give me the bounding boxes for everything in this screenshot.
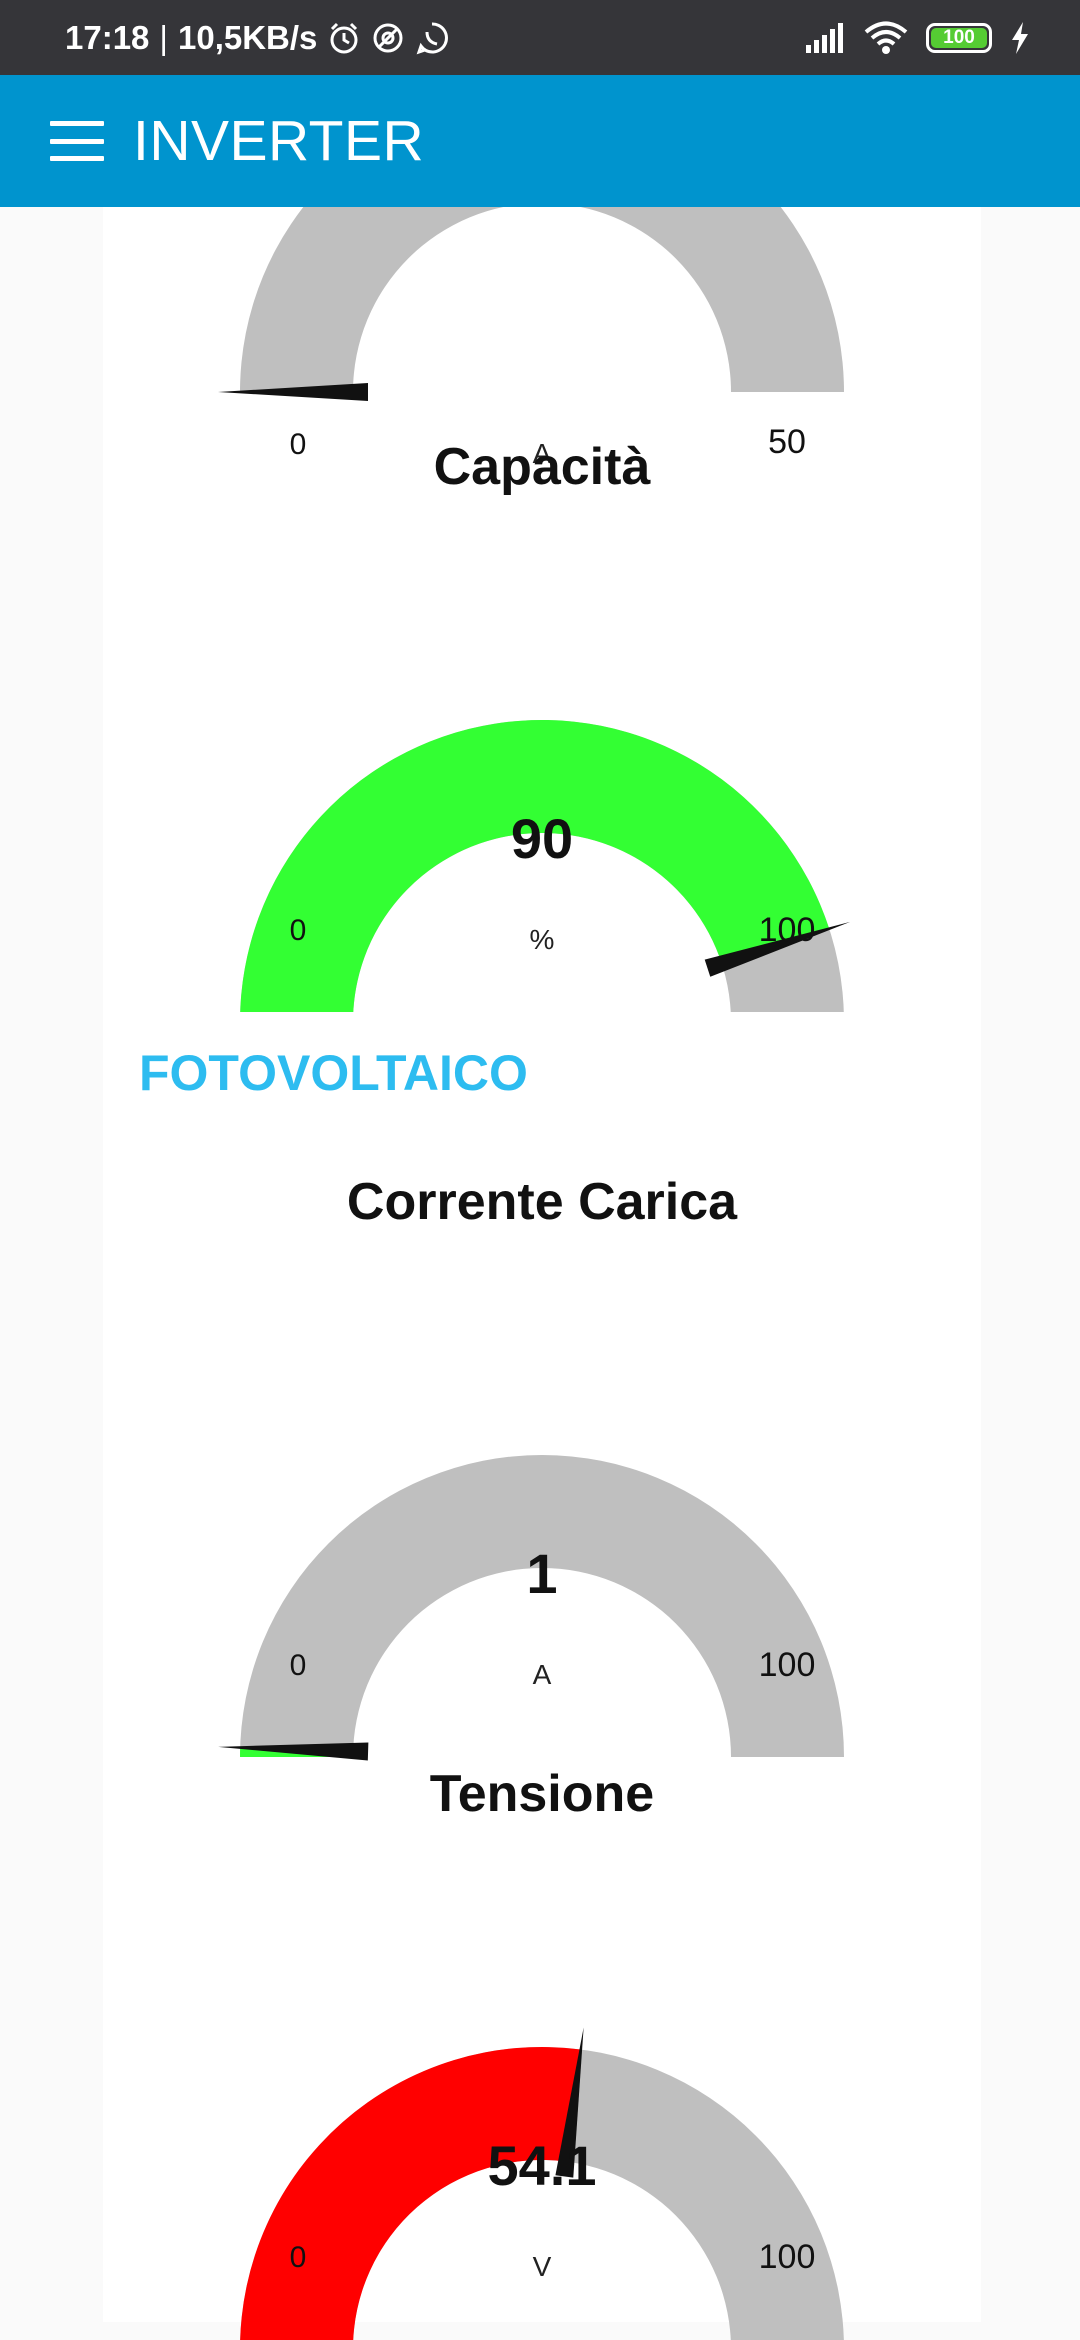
gauge-min-label: 0 (289, 2241, 307, 2274)
data-saver-icon (371, 21, 405, 55)
battery-level: 100 (943, 26, 975, 48)
status-bar: 17:18 | 10,5KB/s 100 (0, 0, 1080, 75)
gauge-max-label: 100 (758, 1646, 816, 1684)
gauge-current-svg (218, 207, 844, 401)
status-speed: 10,5KB/s (177, 18, 318, 56)
gauge-track (240, 207, 844, 392)
gauge-value: 90 (510, 807, 574, 870)
battery-icon: 100 (926, 22, 992, 53)
gauge-tensione: Tensione 54.1 V 0 100 (103, 1764, 981, 2340)
gauge-max-label: 100 (758, 911, 816, 949)
group-card-fotovoltaico: FOTOVOLTAICO Corrente Carica 1 A 0 100 T… (103, 1012, 981, 2340)
app-bar: INVERTER (0, 75, 1080, 207)
status-left: 17:18 | 10,5KB/s (65, 0, 449, 75)
dashboard-content[interactable]: A 0 50 Capacità 90 % 0 100 FOTOVOLTAICO … (0, 207, 1080, 2340)
gauge-track (240, 1455, 844, 1757)
gauge-corrente-carica-svg (218, 1455, 844, 1761)
whatsapp-icon (415, 21, 449, 55)
app-title: INVERTER (133, 109, 425, 173)
alarm-icon (327, 21, 361, 55)
status-right: 100 (806, 0, 1030, 75)
wifi-icon (864, 21, 908, 55)
gauge-min-label: 0 (289, 1649, 307, 1682)
group-title: FOTOVOLTAICO (139, 1045, 528, 1101)
gauge-capacita-svg (240, 720, 851, 1022)
gauge-max-label: 100 (758, 2238, 816, 2276)
hamburger-menu-icon[interactable] (50, 121, 104, 161)
status-separator: | (159, 18, 168, 56)
status-time: 17:18 (65, 18, 150, 56)
gauge-min-label: 0 (289, 914, 307, 947)
charging-icon (1010, 21, 1030, 54)
gauge-value: 1 (526, 1542, 558, 1605)
gauge-value: 54.1 (487, 2134, 597, 2197)
signal-icon (806, 22, 846, 53)
gauge-corrente-carica: Corrente Carica 1 A 0 100 (103, 1172, 981, 1772)
